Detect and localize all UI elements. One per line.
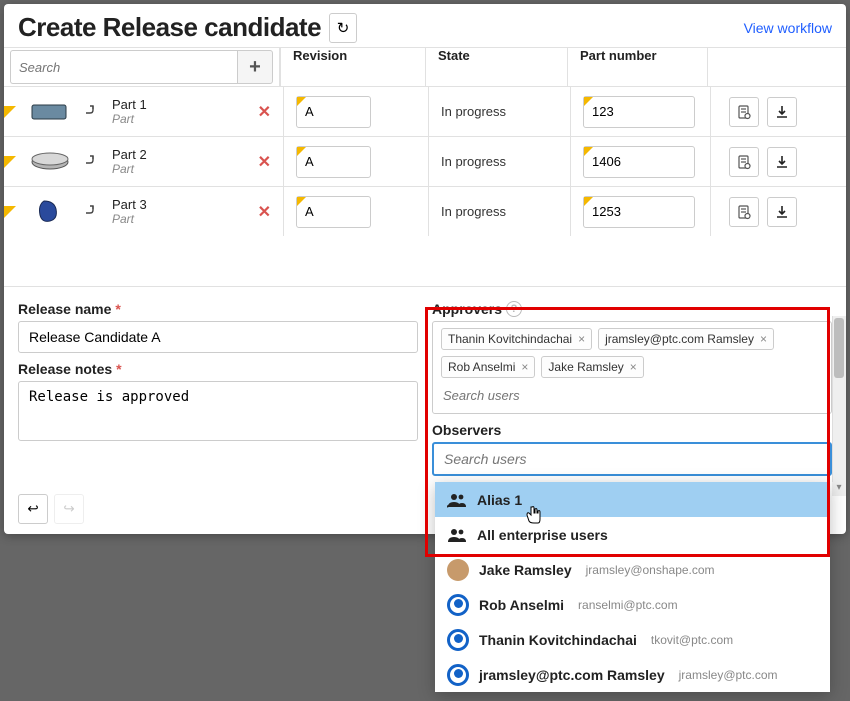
- revision-input[interactable]: [296, 96, 371, 128]
- parts-table: + Revision State Part number Part 1 Part: [4, 47, 846, 236]
- release-notes-textarea[interactable]: [18, 381, 418, 441]
- dropdown-item-user[interactable]: Thanin Kovitchindachai tkovit@ptc.com: [435, 622, 830, 657]
- table-header: + Revision State Part number: [4, 48, 846, 86]
- dropdown-item-all-users[interactable]: All enterprise users: [435, 517, 830, 552]
- part-cell: Part 1 Part ✕: [4, 87, 284, 136]
- download-button[interactable]: [767, 197, 797, 227]
- approvers-search-input[interactable]: [441, 384, 823, 407]
- user-avatar: [447, 594, 469, 616]
- user-avatar: [447, 559, 469, 581]
- flag-icon: [4, 156, 16, 168]
- undo-icon: ↩: [27, 501, 38, 517]
- column-revision: Revision: [280, 48, 425, 86]
- user-picker-dropdown: Alias 1 All enterprise users Jake Ramsle…: [435, 482, 830, 692]
- part-type: Part: [112, 212, 147, 226]
- part-name: Part 3: [112, 197, 147, 213]
- help-icon[interactable]: ?: [506, 301, 522, 317]
- group-icon: [447, 527, 467, 543]
- remove-part-button[interactable]: ✕: [258, 152, 271, 172]
- properties-button[interactable]: [729, 197, 759, 227]
- document-icon: [736, 154, 752, 170]
- group-icon: [447, 492, 467, 508]
- download-icon: [775, 105, 789, 119]
- download-button[interactable]: [767, 147, 797, 177]
- part-thumbnail: [26, 147, 74, 177]
- part-thumbnail: [26, 97, 74, 127]
- column-state: State: [425, 48, 567, 86]
- table-row: Part 3 Part ✕ In progress: [4, 186, 846, 236]
- link-icon: [84, 204, 100, 220]
- remove-chip-icon[interactable]: ×: [760, 332, 767, 346]
- dropdown-item-user[interactable]: Rob Anselmi ranselmi@ptc.com: [435, 587, 830, 622]
- release-name-label: Release name*: [18, 301, 418, 317]
- revision-input[interactable]: [296, 196, 371, 228]
- approvers-label: Approvers ?: [432, 301, 832, 317]
- release-notes-label: Release notes*: [18, 361, 418, 377]
- part-cell: Part 2 Part ✕: [4, 137, 284, 186]
- document-icon: [736, 104, 752, 120]
- properties-button[interactable]: [729, 147, 759, 177]
- part-number-input[interactable]: [583, 96, 695, 128]
- observers-label: Observers: [432, 422, 832, 438]
- link-icon: [84, 104, 100, 120]
- part-name: Part 1: [112, 97, 147, 113]
- remove-chip-icon[interactable]: ×: [578, 332, 585, 346]
- dropdown-item-user[interactable]: jramsley@ptc.com Ramsley jramsley@ptc.co…: [435, 657, 830, 692]
- observers-search-input[interactable]: [432, 442, 832, 476]
- scrollbar[interactable]: ▾: [832, 316, 846, 496]
- part-name: Part 2: [112, 147, 147, 163]
- part-number-input[interactable]: [583, 196, 695, 228]
- approver-chip: Rob Anselmi×: [441, 356, 535, 378]
- redo-icon: ↪: [63, 501, 74, 517]
- document-icon: [736, 204, 752, 220]
- approvers-field[interactable]: Thanin Kovitchindachai× jramsley@ptc.com…: [432, 321, 832, 414]
- revision-input[interactable]: [296, 146, 371, 178]
- properties-button[interactable]: [729, 97, 759, 127]
- part-cell: Part 3 Part ✕: [4, 187, 284, 236]
- part-type: Part: [112, 112, 147, 126]
- remove-part-button[interactable]: ✕: [258, 202, 271, 222]
- approver-chip: Jake Ramsley×: [541, 356, 643, 378]
- user-avatar: [447, 629, 469, 651]
- undo-button[interactable]: ↩: [18, 494, 48, 524]
- link-icon: [84, 154, 100, 170]
- part-thumbnail: [26, 197, 74, 227]
- download-icon: [775, 205, 789, 219]
- approver-chip: jramsley@ptc.com Ramsley×: [598, 328, 774, 350]
- dropdown-item-alias[interactable]: Alias 1: [435, 482, 830, 517]
- state-cell: In progress: [429, 137, 571, 186]
- state-cell: In progress: [429, 187, 571, 236]
- remove-part-button[interactable]: ✕: [258, 102, 271, 122]
- part-number-input[interactable]: [583, 146, 695, 178]
- flag-icon: [4, 206, 16, 218]
- parts-search-input[interactable]: [10, 50, 237, 84]
- refresh-icon: ↻: [337, 19, 350, 37]
- release-dialog: Create Release candidate ↻ View workflow…: [4, 4, 846, 534]
- release-form: Release name* Release notes* Approvers ?…: [4, 286, 846, 476]
- user-avatar: [447, 664, 469, 686]
- dialog-header: Create Release candidate ↻ View workflow: [4, 4, 846, 47]
- remove-chip-icon[interactable]: ×: [630, 360, 637, 374]
- table-row: Part 1 Part ✕ In progress: [4, 86, 846, 136]
- scrollbar-down-icon[interactable]: ▾: [832, 482, 846, 496]
- flag-icon: [4, 106, 16, 118]
- dropdown-item-user[interactable]: Jake Ramsley jramsley@onshape.com: [435, 552, 830, 587]
- refresh-button[interactable]: ↻: [329, 13, 357, 43]
- state-cell: In progress: [429, 87, 571, 136]
- part-type: Part: [112, 162, 147, 176]
- plus-icon: +: [249, 56, 261, 79]
- add-part-button[interactable]: +: [237, 50, 273, 84]
- view-workflow-link[interactable]: View workflow: [744, 20, 832, 36]
- download-button[interactable]: [767, 97, 797, 127]
- scrollbar-thumb[interactable]: [834, 318, 844, 378]
- approver-chip: Thanin Kovitchindachai×: [441, 328, 592, 350]
- dialog-title: Create Release candidate: [18, 12, 321, 43]
- release-name-input[interactable]: [18, 321, 418, 353]
- column-actions: [707, 48, 827, 86]
- download-icon: [775, 155, 789, 169]
- table-row: Part 2 Part ✕ In progress: [4, 136, 846, 186]
- column-part-number: Part number: [567, 48, 707, 86]
- remove-chip-icon[interactable]: ×: [521, 360, 528, 374]
- redo-button[interactable]: ↪: [54, 494, 84, 524]
